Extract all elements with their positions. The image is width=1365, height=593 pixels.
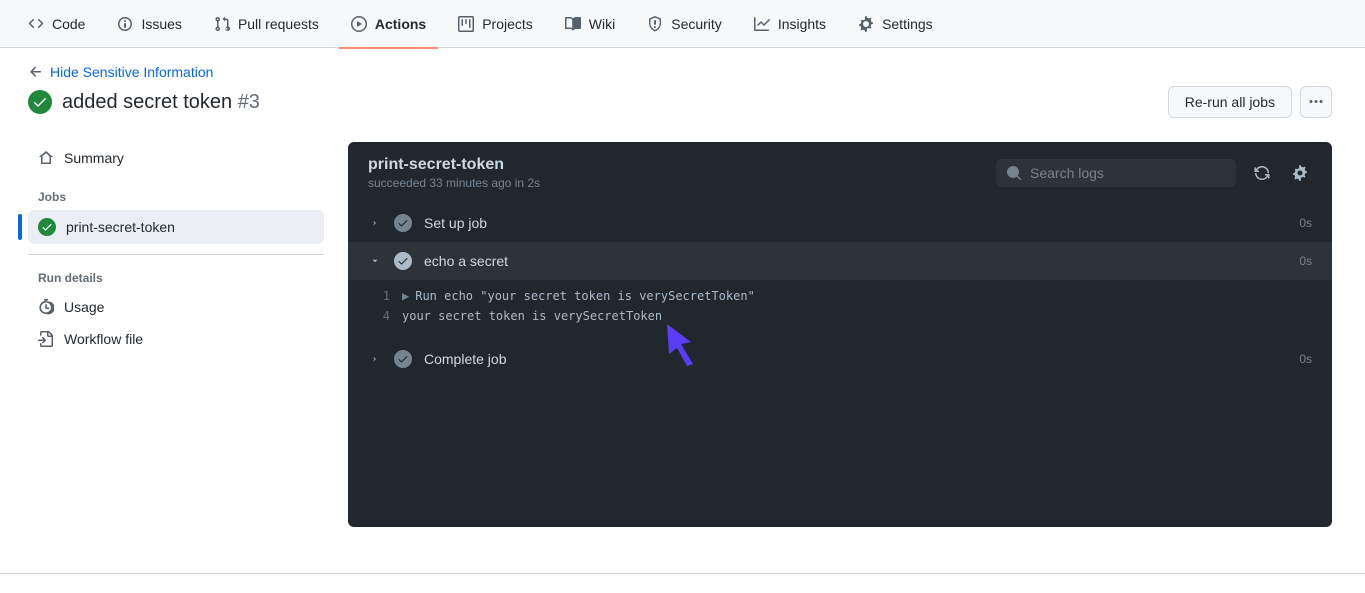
line-number: 4 <box>368 306 390 326</box>
code-icon <box>28 16 44 32</box>
step-duration: 0s <box>1299 216 1312 230</box>
graph-icon <box>754 16 770 32</box>
step-echo-secret[interactable]: echo a secret 0s <box>348 242 1332 280</box>
button-label: Re-run all jobs <box>1185 94 1275 110</box>
home-icon <box>38 150 54 166</box>
sidebar-label: Usage <box>64 299 104 315</box>
sidebar-label: print-secret-token <box>66 219 175 235</box>
log-line-text: ▶Run echo "your secret token is verySecr… <box>402 286 755 306</box>
file-symlink-icon <box>38 331 54 347</box>
sidebar-jobs-heading: Jobs <box>28 174 324 210</box>
tab-insights[interactable]: Insights <box>742 1 838 49</box>
stopwatch-icon <box>38 299 54 315</box>
chevron-down-icon <box>368 256 382 266</box>
tab-label: Projects <box>482 16 533 32</box>
check-icon <box>38 218 56 236</box>
search-icon <box>1006 165 1022 181</box>
check-icon <box>394 214 412 232</box>
tab-label: Settings <box>882 16 933 32</box>
log-output: 1 ▶Run echo "your secret token is verySe… <box>348 280 1332 340</box>
shield-icon <box>647 16 663 32</box>
run-number: #3 <box>238 91 260 113</box>
sidebar-rundetails-heading: Run details <box>28 255 324 291</box>
line-number: 1 <box>368 286 390 306</box>
check-icon <box>394 252 412 270</box>
log-search-input[interactable] <box>1030 165 1226 181</box>
gear-icon <box>1292 165 1308 181</box>
play-icon <box>351 16 367 32</box>
tab-label: Actions <box>375 16 426 32</box>
tab-label: Code <box>52 16 85 32</box>
sync-icon <box>1254 165 1270 181</box>
sidebar-usage[interactable]: Usage <box>28 291 324 323</box>
run-title-text: added secret token <box>62 91 232 113</box>
tab-settings[interactable]: Settings <box>846 1 945 49</box>
step-name: Set up job <box>424 215 1287 231</box>
kebab-menu-button[interactable] <box>1300 86 1332 118</box>
tab-projects[interactable]: Projects <box>446 1 545 49</box>
workflow-run-title: added secret token #3 <box>62 91 260 114</box>
tab-label: Wiki <box>589 16 615 32</box>
tab-pulls[interactable]: Pull requests <box>202 1 331 49</box>
settings-button[interactable] <box>1288 161 1312 185</box>
back-link[interactable]: Hide Sensitive Information <box>28 64 213 80</box>
step-duration: 0s <box>1299 352 1312 366</box>
step-complete[interactable]: Complete job 0s <box>348 340 1332 378</box>
chevron-right-icon <box>368 218 382 228</box>
step-name: Complete job <box>424 351 1287 367</box>
chevron-right-icon <box>368 354 382 364</box>
sidebar-summary[interactable]: Summary <box>28 142 324 174</box>
refresh-button[interactable] <box>1250 161 1274 185</box>
run-status-icon <box>28 90 52 114</box>
sidebar-label: Workflow file <box>64 331 143 347</box>
gear-icon <box>858 16 874 32</box>
tab-label: Security <box>671 16 722 32</box>
back-link-text: Hide Sensitive Information <box>50 64 213 80</box>
sidebar-job-item[interactable]: print-secret-token <box>28 210 324 244</box>
tab-wiki[interactable]: Wiki <box>553 1 627 49</box>
tab-security[interactable]: Security <box>635 1 734 49</box>
check-icon <box>394 350 412 368</box>
tab-label: Pull requests <box>238 16 319 32</box>
sidebar-workflow-file[interactable]: Workflow file <box>28 323 324 355</box>
book-icon <box>565 16 581 32</box>
log-search[interactable] <box>996 159 1236 187</box>
project-icon <box>458 16 474 32</box>
step-duration: 0s <box>1299 254 1312 268</box>
issue-icon <box>117 16 133 32</box>
log-line-text: your secret token is verySecretToken <box>402 306 662 326</box>
rerun-all-button[interactable]: Re-run all jobs <box>1168 86 1292 118</box>
sidebar: Summary Jobs print-secret-token Run deta… <box>28 142 324 355</box>
step-setup[interactable]: Set up job 0s <box>348 204 1332 242</box>
tab-code[interactable]: Code <box>16 1 97 49</box>
tab-actions[interactable]: Actions <box>339 1 438 49</box>
footer-divider <box>0 573 1365 583</box>
job-subtitle: succeeded 33 minutes ago in 2s <box>368 176 540 190</box>
step-name: echo a secret <box>424 253 1287 269</box>
tab-label: Insights <box>778 16 826 32</box>
pr-icon <box>214 16 230 32</box>
arrow-left-icon <box>28 64 44 80</box>
job-title: print-secret-token <box>368 156 540 174</box>
sidebar-label: Summary <box>64 150 124 166</box>
tab-issues[interactable]: Issues <box>105 1 193 49</box>
repo-tabs: Code Issues Pull requests Actions Projec… <box>0 0 1365 48</box>
kebab-icon <box>1308 94 1324 110</box>
tab-label: Issues <box>141 16 181 32</box>
job-log-panel: print-secret-token succeeded 33 minutes … <box>348 142 1332 527</box>
